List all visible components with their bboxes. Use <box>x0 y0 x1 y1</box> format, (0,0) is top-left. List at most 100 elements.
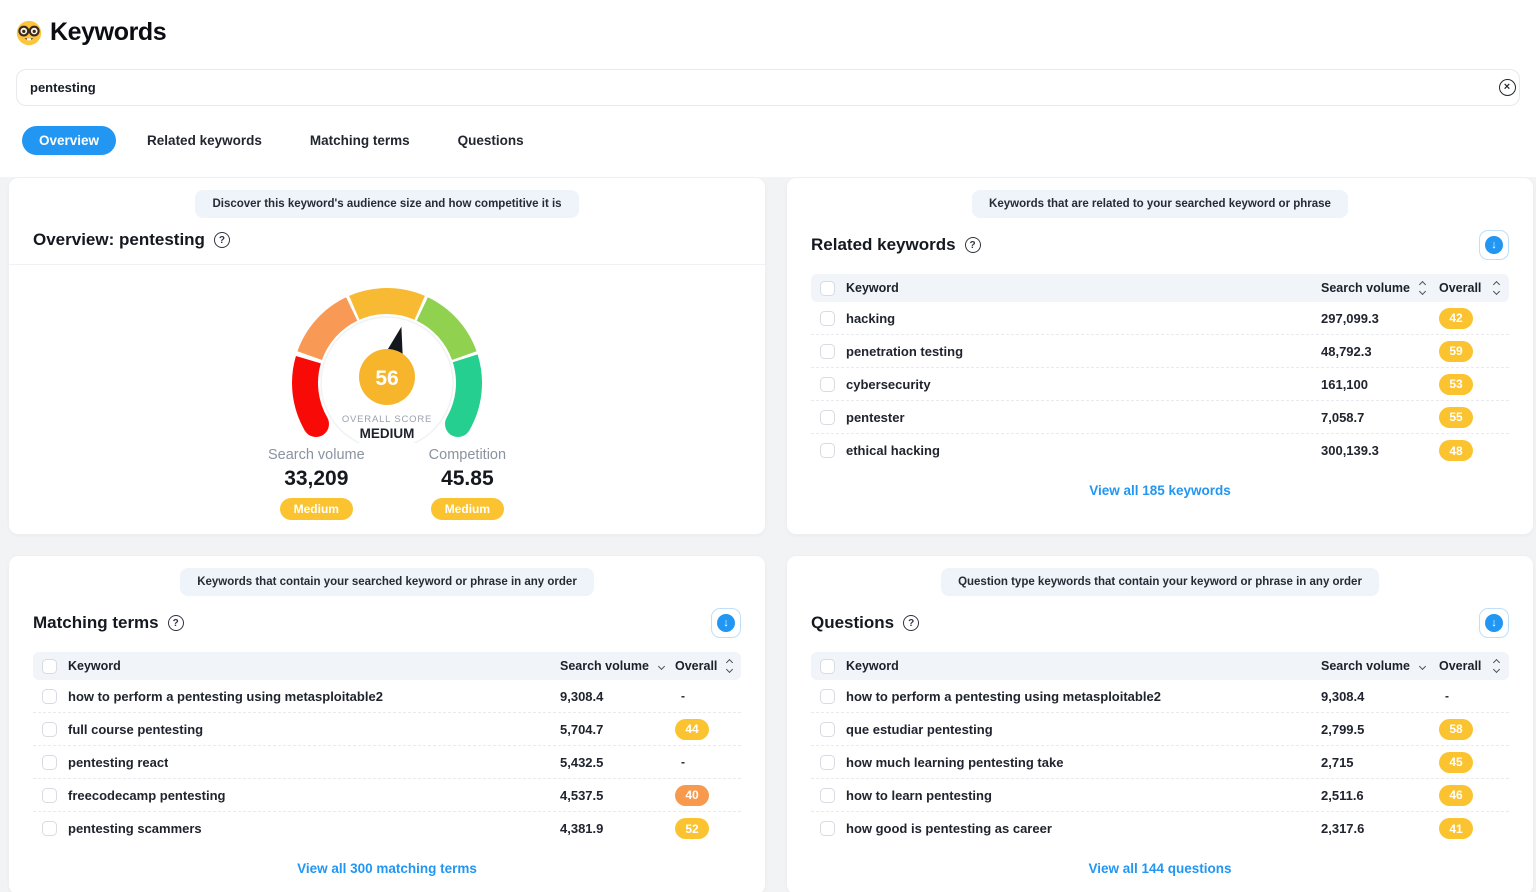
search-volume-cell: 2,317.6 <box>1321 821 1439 836</box>
download-icon: ↓ <box>1485 236 1503 254</box>
help-icon[interactable]: ? <box>214 232 230 248</box>
overall-score-gauge: 56 OVERALL SCORE MEDIUM <box>247 275 527 443</box>
table-row[interactable]: ethical hacking 300,139.3 48 <box>811 434 1509 467</box>
row-checkbox[interactable] <box>42 755 57 770</box>
table-row[interactable]: que estudiar pentesting 2,799.5 58 <box>811 713 1509 746</box>
table-row[interactable]: pentesting react 5,432.5 - <box>33 746 741 779</box>
search-volume-cell: 7,058.7 <box>1321 410 1439 425</box>
gauge-score-level: MEDIUM <box>360 426 415 441</box>
select-all-checkbox[interactable] <box>820 281 835 296</box>
matching-terms-card: Keywords that contain your searched keyw… <box>8 555 766 892</box>
sort-overall-button[interactable] <box>725 658 734 675</box>
keyword-text: pentesting react <box>68 755 168 770</box>
clear-search-button[interactable]: × <box>1494 75 1520 101</box>
row-checkbox[interactable] <box>820 722 835 737</box>
table-row[interactable]: penetration testing 48,792.3 59 <box>811 335 1509 368</box>
row-checkbox[interactable] <box>42 788 57 803</box>
competition-label: Competition <box>429 447 506 463</box>
download-button[interactable]: ↓ <box>711 608 741 638</box>
row-checkbox[interactable] <box>42 689 57 704</box>
related-keywords-card: Keywords that are related to your search… <box>786 177 1534 535</box>
sort-volume-button[interactable] <box>1418 280 1427 297</box>
row-checkbox[interactable] <box>820 443 835 458</box>
table-row[interactable]: how to perform a pentesting using metasp… <box>811 680 1509 713</box>
row-checkbox[interactable] <box>820 344 835 359</box>
nerd-face-emoji <box>16 20 42 46</box>
keyword-text: pentester <box>846 410 905 425</box>
help-icon[interactable]: ? <box>168 615 184 631</box>
view-all-matching-link[interactable]: View all 300 matching terms <box>297 861 477 876</box>
overall-score-badge: 58 <box>1439 719 1473 740</box>
help-icon[interactable]: ? <box>965 237 981 253</box>
questions-card-title: Questions <box>811 613 894 633</box>
questions-tooltip: Question type keywords that contain your… <box>941 568 1379 596</box>
overall-score-badge: 41 <box>1439 818 1473 839</box>
download-button[interactable]: ↓ <box>1479 608 1509 638</box>
table-row[interactable]: cybersecurity 161,100 53 <box>811 368 1509 401</box>
competition-value: 45.85 <box>441 467 494 491</box>
row-checkbox[interactable] <box>820 788 835 803</box>
sort-overall-button[interactable] <box>1492 658 1501 675</box>
table-row[interactable]: how to perform a pentesting using metasp… <box>33 680 741 713</box>
row-checkbox[interactable] <box>820 821 835 836</box>
gauge-score-label: OVERALL SCORE <box>342 414 432 425</box>
page-title: Keywords <box>16 18 1520 47</box>
help-icon[interactable]: ? <box>903 615 919 631</box>
gauge-score: 56 <box>375 367 398 390</box>
app-title: Keywords <box>50 18 166 47</box>
tab-overview[interactable]: Overview <box>22 126 116 155</box>
related-table-body: hacking 297,099.3 42 penetration testing… <box>811 302 1509 467</box>
table-row[interactable]: how good is pentesting as career 2,317.6… <box>811 812 1509 845</box>
table-row[interactable]: how much learning pentesting take 2,715 … <box>811 746 1509 779</box>
table-row[interactable]: freecodecamp pentesting 4,537.5 40 <box>33 779 741 812</box>
related-tooltip: Keywords that are related to your search… <box>972 190 1348 218</box>
table-row[interactable]: hacking 297,099.3 42 <box>811 302 1509 335</box>
overall-column-label: Overall <box>1439 281 1481 295</box>
search-volume-label: Search volume <box>268 447 365 463</box>
volume-column-label: Search volume <box>560 659 649 673</box>
top-section: Keywords × Overview Related keywords Mat… <box>0 0 1536 155</box>
table-header: Keyword Search volume Overall <box>811 652 1509 680</box>
overall-score-badge: 55 <box>1439 407 1473 428</box>
row-checkbox[interactable] <box>42 722 57 737</box>
select-all-checkbox[interactable] <box>820 659 835 674</box>
table-row[interactable]: pentester 7,058.7 55 <box>811 401 1509 434</box>
download-icon: ↓ <box>717 614 735 632</box>
overall-score-badge: 53 <box>1439 374 1473 395</box>
search-volume-cell: 297,099.3 <box>1321 311 1439 326</box>
row-checkbox[interactable] <box>42 821 57 836</box>
download-button[interactable]: ↓ <box>1479 230 1509 260</box>
overall-column-label: Overall <box>1439 659 1481 673</box>
sort-volume-button[interactable] <box>1418 662 1427 671</box>
keyword-text: penetration testing <box>846 344 963 359</box>
row-checkbox[interactable] <box>820 755 835 770</box>
keyword-search-input[interactable] <box>16 69 1520 106</box>
overall-score-badge: 46 <box>1439 785 1473 806</box>
table-row[interactable]: how to learn pentesting 2,511.6 46 <box>811 779 1509 812</box>
overall-score-badge: - <box>675 686 685 707</box>
tab-questions[interactable]: Questions <box>441 126 541 155</box>
search-volume-cell: 48,792.3 <box>1321 344 1439 359</box>
view-all-keywords-link[interactable]: View all 185 keywords <box>1089 483 1231 498</box>
search-volume-cell: 161,100 <box>1321 377 1439 392</box>
sort-overall-button[interactable] <box>1492 280 1501 297</box>
search-volume-cell: 2,511.6 <box>1321 788 1439 803</box>
row-checkbox[interactable] <box>820 311 835 326</box>
volume-column-label: Search volume <box>1321 659 1410 673</box>
select-all-checkbox[interactable] <box>42 659 57 674</box>
keyword-column-label: Keyword <box>68 659 121 673</box>
tab-related-keywords[interactable]: Related keywords <box>130 126 279 155</box>
table-row[interactable]: full course pentesting 5,704.7 44 <box>33 713 741 746</box>
table-row[interactable]: pentesting scammers 4,381.9 52 <box>33 812 741 845</box>
row-checkbox[interactable] <box>820 410 835 425</box>
overview-card: Discover this keyword's audience size an… <box>8 177 766 535</box>
sort-volume-button[interactable] <box>657 662 666 671</box>
overview-tooltip: Discover this keyword's audience size an… <box>195 190 578 218</box>
row-checkbox[interactable] <box>820 689 835 704</box>
questions-table-body: how to perform a pentesting using metasp… <box>811 680 1509 845</box>
tab-matching-terms[interactable]: Matching terms <box>293 126 427 155</box>
overview-stats: Search volume 33,209 Medium Competition … <box>268 447 506 520</box>
overview-card-title: Overview: pentesting <box>33 230 205 250</box>
view-all-questions-link[interactable]: View all 144 questions <box>1088 861 1231 876</box>
row-checkbox[interactable] <box>820 377 835 392</box>
